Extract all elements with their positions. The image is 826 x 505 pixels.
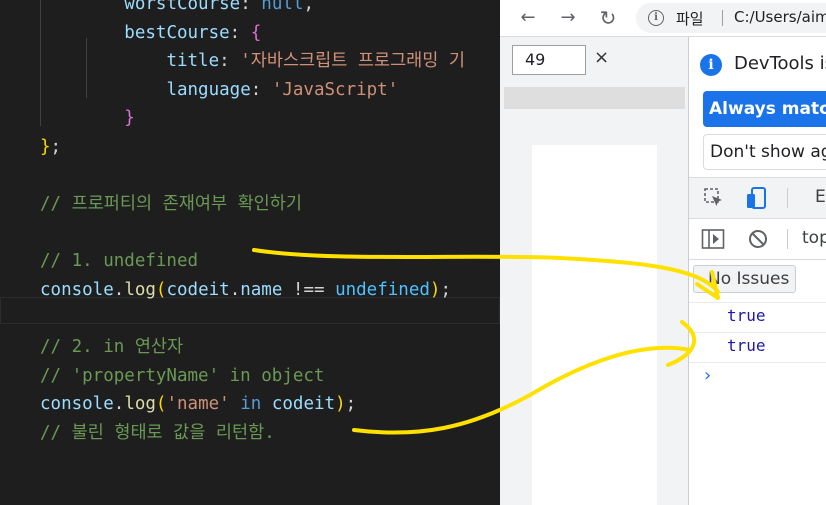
address-divider (722, 10, 723, 26)
code-line: }; (40, 133, 61, 161)
code-line: bestCourse: { (40, 19, 261, 47)
code-token: ) (335, 394, 346, 415)
code-token: undefined (335, 280, 430, 300)
code-line: worstCourse: null, (40, 0, 314, 18)
console-value: true (727, 336, 766, 355)
viewport-width-input[interactable]: 49 (512, 45, 586, 75)
dimension-separator: × (594, 47, 610, 68)
code-token: : (219, 51, 241, 72)
inspect-element-icon[interactable] (703, 187, 725, 209)
address-bar[interactable]: i 파일 C:/Users/aim (636, 3, 826, 33)
arrow-right-icon[interactable]: → (556, 6, 580, 30)
media-query-bar[interactable] (504, 87, 685, 109)
code-line: console.log(codeit.name !== undefined); (40, 276, 451, 304)
address-url[interactable]: C:/Users/aim (734, 8, 826, 26)
divider (689, 259, 826, 260)
code-token: ( (155, 280, 167, 300)
code-token: log (124, 394, 156, 415)
code-token: log (124, 280, 156, 300)
code-line: // 2. in 연산자 (40, 333, 183, 361)
code-token: : (229, 22, 251, 43)
browser-window: ← → ↻ i 파일 C:/Users/aim 49 × i DevTools … (500, 0, 826, 505)
code-token: !== (282, 280, 336, 300)
clear-console-icon[interactable] (748, 229, 768, 249)
console-message: true (689, 333, 826, 363)
code-token: codeit (166, 280, 230, 300)
code-token: null (261, 0, 304, 14)
code-token: bestCourse (124, 22, 230, 43)
code-token: '자바스크립트 프로그래밍 기 (240, 51, 466, 72)
code-line: // 1. undefined (40, 247, 198, 275)
code-editor[interactable]: worstCourse: null, bestCourse: { title: … (0, 0, 500, 505)
info-icon[interactable]: i (648, 10, 664, 26)
code-token: ; (440, 280, 451, 300)
code-token: } (124, 108, 135, 129)
devtools-notification: DevTools is (734, 53, 826, 74)
console-value: true (727, 306, 766, 325)
toolbar-divider (787, 229, 788, 249)
context-selector[interactable]: top (802, 228, 826, 248)
tab-elements[interactable]: El (815, 187, 826, 207)
code-token: // 'propertyName' in object (40, 365, 325, 386)
reload-icon[interactable]: ↻ (596, 6, 620, 30)
device-viewport: 49 × (500, 37, 688, 505)
dont-show-again-button[interactable]: Don't show ag (703, 134, 826, 170)
code-line: // 불린 형태로 값을 리턴함. (40, 419, 275, 447)
devtools-tab-bar: El (689, 178, 826, 218)
code-token: in (229, 394, 272, 415)
arrow-left-icon[interactable]: ← (516, 6, 540, 30)
code-token: ; (345, 394, 357, 415)
code-token: console (40, 394, 114, 415)
code-token: // 2. in 연산자 (40, 337, 184, 358)
code-token: { (250, 22, 262, 43)
console-message: true (689, 303, 826, 333)
sidebar-toggle-icon[interactable] (701, 228, 725, 250)
code-token: language (166, 79, 251, 100)
code-token: . (113, 394, 125, 415)
code-token: // 프로퍼티의 존재여부 확인하기 (40, 194, 302, 215)
info-circle-icon: i (700, 54, 722, 76)
address-label: 파일 (676, 10, 704, 28)
code-token: : (250, 79, 272, 100)
code-token: ) (429, 280, 441, 300)
code-token: 'name' (166, 394, 230, 415)
issues-badge[interactable]: No Issues (693, 265, 796, 293)
code-token: 'JavaScript' (271, 79, 399, 100)
code-token: . (113, 280, 125, 300)
console-toolbar: top (689, 219, 826, 259)
code-line: // 프로퍼티의 존재여부 확인하기 (40, 190, 302, 218)
code-token: . (229, 280, 241, 300)
code-line: title: '자바스크립트 프로그래밍 기 (40, 47, 465, 75)
always-match-button[interactable]: Always match (703, 91, 826, 127)
code-token: // 1. undefined (40, 251, 199, 272)
device-toolbar-icon[interactable] (745, 186, 769, 210)
code-token: , (303, 0, 314, 14)
code-token: } (40, 137, 51, 157)
code-token: ( (155, 394, 167, 415)
browser-toolbar: ← → ↻ i 파일 C:/Users/aim (500, 0, 826, 36)
code-token: title (166, 51, 220, 72)
code-token: : (240, 0, 262, 14)
code-token: // 불린 형태로 값을 리턴함. (40, 423, 275, 443)
code-token: console (40, 280, 114, 300)
code-token: name (240, 280, 283, 300)
code-token: worstCourse (124, 0, 241, 14)
code-line: language: 'JavaScript' (40, 76, 398, 104)
code-token: codeit (271, 394, 336, 415)
code-line: console.log('name' in codeit); (40, 390, 356, 418)
tab-divider (787, 188, 788, 208)
devtools-panel: i DevTools is Always match Don't show ag… (688, 37, 826, 505)
code-token: ; (50, 137, 62, 157)
code-line: // 'propertyName' in object (40, 362, 324, 390)
code-line: } (40, 104, 135, 132)
page-preview[interactable] (532, 145, 657, 505)
console-prompt[interactable]: › (704, 365, 711, 386)
